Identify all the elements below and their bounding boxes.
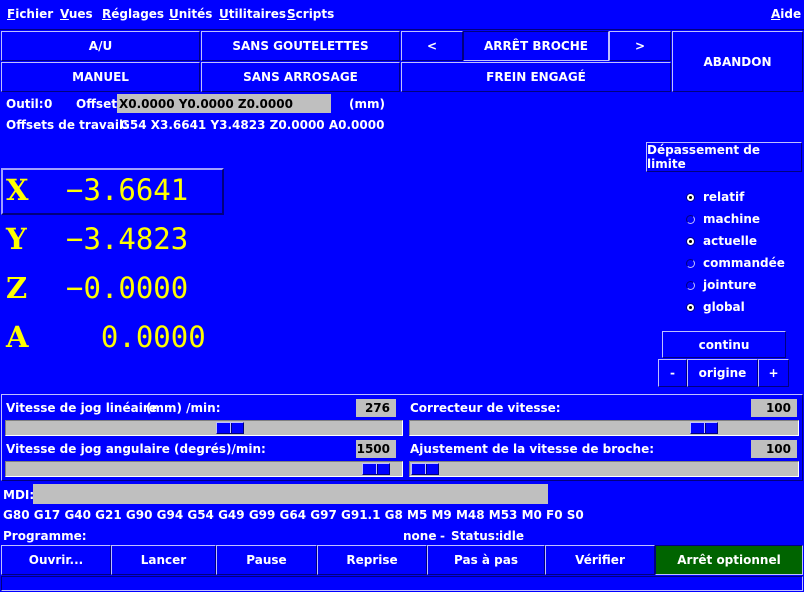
spindle-decrease-button[interactable]: <	[401, 31, 463, 61]
verify-button[interactable]: Vérifier	[545, 545, 655, 575]
status-label: Status:	[451, 529, 500, 543]
dro-axis-z: Z	[6, 271, 28, 305]
run-button[interactable]: Lancer	[111, 545, 216, 575]
angular-jog-value: 1500	[356, 440, 396, 458]
angular-jog-slider-thumb[interactable]	[362, 463, 390, 475]
pause-button[interactable]: Pause	[216, 545, 317, 575]
radio-label: relatif	[703, 190, 745, 204]
radio-label: commandée	[703, 256, 785, 270]
mode-manual-button[interactable]: MANUEL	[1, 62, 200, 92]
feed-override-label: Correcteur de vitesse:	[410, 401, 561, 415]
limit-override-button[interactable]: Dépassement de limite	[646, 142, 802, 172]
abort-button[interactable]: ABANDON	[672, 31, 803, 92]
feed-override-value: 100	[751, 399, 797, 417]
radio-jointure[interactable]: jointure	[686, 278, 756, 292]
jog-minus-button[interactable]: -	[658, 359, 687, 387]
radio-dot	[686, 280, 695, 290]
feed-override-slider[interactable]	[409, 420, 799, 436]
program-label: Programme:	[3, 529, 87, 543]
spindle-stop-button[interactable]: ARRÊT BROCHE	[463, 31, 609, 61]
estop-button[interactable]: A/U	[1, 31, 200, 61]
radio-actuelle[interactable]: actuelle	[686, 234, 757, 248]
menubar-divider	[0, 29, 804, 30]
optional-stop-button[interactable]: Arrêt optionnel	[655, 545, 803, 575]
work-offsets-label: Offsets de travail:	[6, 118, 128, 132]
mist-button[interactable]: SANS GOUTELETTES	[201, 31, 400, 61]
dro-value-x: −3.6641	[66, 173, 189, 207]
open-button[interactable]: Ouvrir...	[1, 545, 111, 575]
mdi-input[interactable]	[33, 484, 548, 504]
menu-reglages[interactable]: Réglages	[102, 7, 164, 21]
spindle-override-value: 100	[751, 440, 797, 458]
jog-plus-button[interactable]: +	[758, 359, 789, 387]
radio-label: jointure	[703, 278, 757, 292]
radio-dot	[686, 236, 695, 246]
linear-jog-slider[interactable]	[5, 420, 403, 436]
radio-label: machine	[703, 212, 761, 226]
linear-jog-slider-thumb[interactable]	[216, 422, 244, 434]
radio-label: actuelle	[703, 234, 757, 248]
angular-jog-slider[interactable]	[5, 461, 403, 477]
dro-axis-y: Y	[6, 222, 27, 256]
linear-jog-value: 276	[356, 399, 396, 417]
radio-label: global	[703, 300, 745, 314]
radio-relatif[interactable]: relatif	[686, 190, 744, 204]
dro-value-a: 0.0000	[66, 320, 206, 354]
dro-value-z: −0.0000	[66, 271, 189, 305]
angular-jog-label: Vitesse de jog angulaire (degrés)/min:	[6, 442, 266, 456]
dro-axis-a: A	[6, 320, 29, 354]
resume-button[interactable]: Reprise	[317, 545, 427, 575]
feed-override-slider-thumb[interactable]	[690, 422, 718, 434]
offset-field: X0.0000 Y0.0000 Z0.0000	[117, 94, 331, 113]
program-file: none	[403, 529, 437, 543]
offset-label: Offset:	[76, 97, 122, 111]
menu-fichier[interactable]: Fichier	[7, 7, 53, 21]
radio-dot	[686, 258, 695, 268]
work-offsets-value: G54 X3.6641 Y3.4823 Z0.0000 A0.0000	[120, 118, 385, 132]
step-button[interactable]: Pas à pas	[427, 545, 545, 575]
radio-machine[interactable]: machine	[686, 212, 760, 226]
radio-dot	[686, 214, 695, 224]
brake-button[interactable]: FREIN ENGAGÉ	[401, 62, 671, 92]
dro-value-y: −3.4823	[66, 222, 189, 256]
mdi-label: MDI:	[3, 488, 35, 502]
tool-label: Outil:	[6, 97, 44, 111]
jog-mode-select[interactable]: continu	[662, 331, 786, 358]
status-bar	[1, 576, 803, 591]
radio-commandee[interactable]: commandée	[686, 256, 785, 270]
menu-unites[interactable]: Unités	[169, 7, 212, 21]
radio-global[interactable]: global	[686, 300, 745, 314]
menu-utilitaires[interactable]: Utilitaires	[219, 7, 286, 21]
menu-aide[interactable]: Aide	[771, 7, 801, 21]
program-dash: -	[440, 529, 445, 543]
menu-vues[interactable]: Vues	[60, 7, 93, 21]
home-button[interactable]: origine	[687, 359, 758, 387]
radio-dot	[686, 302, 695, 312]
radio-dot	[686, 192, 695, 202]
spindle-override-slider[interactable]	[409, 461, 799, 477]
spindle-override-slider-thumb[interactable]	[411, 463, 439, 475]
units-label: (mm)	[349, 97, 385, 111]
flood-button[interactable]: SANS ARROSAGE	[201, 62, 400, 92]
dro-axis-x: X	[6, 173, 29, 207]
menu-scripts[interactable]: Scripts	[287, 7, 334, 21]
spindle-override-label: Ajustement de la vitesse de broche:	[410, 442, 655, 456]
linear-jog-unit: (mm) /min:	[146, 401, 221, 415]
active-gcodes: G80 G17 G40 G21 G90 G94 G54 G49 G99 G64 …	[3, 508, 584, 522]
linear-jog-label: Vitesse de jog linéaire	[6, 401, 157, 415]
tool-value: 0	[44, 97, 53, 111]
menubar: Fichier Vues Réglages Unités Utilitaires…	[0, 0, 804, 30]
spindle-increase-button[interactable]: >	[609, 31, 671, 61]
status-value: idle	[499, 529, 524, 543]
